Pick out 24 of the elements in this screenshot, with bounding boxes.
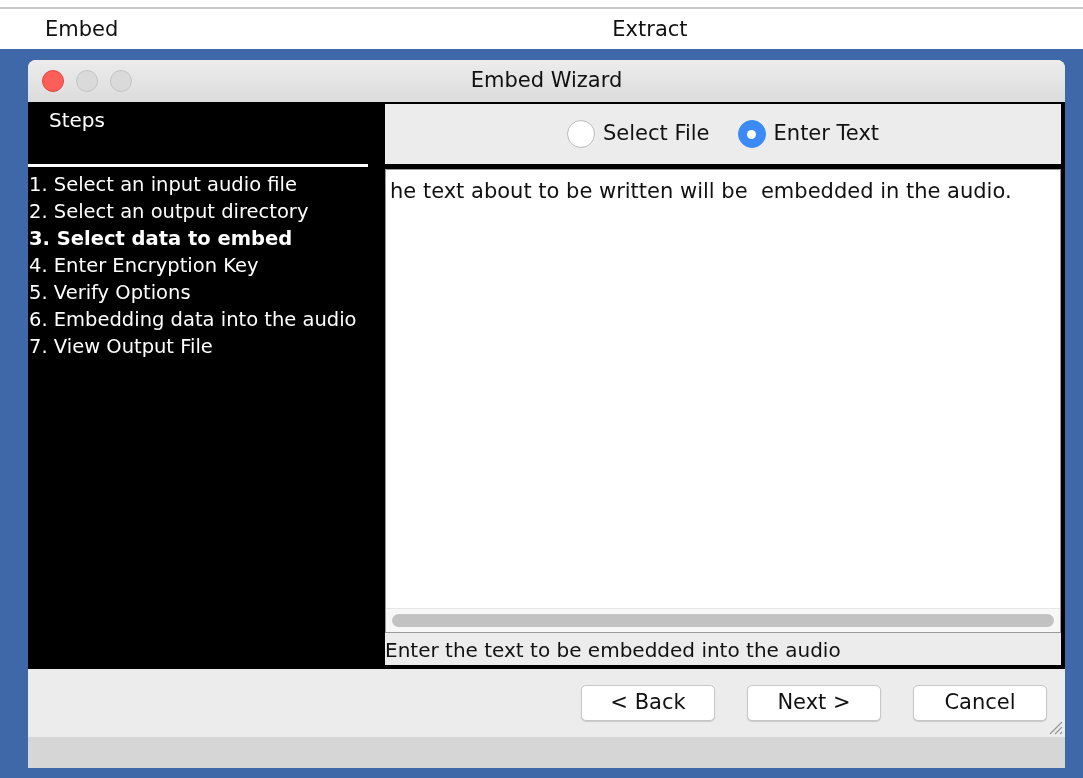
- step-item: 2. Select an output directory: [28, 199, 310, 225]
- hint-text: Enter the text to be embedded into the audio: [385, 633, 1061, 665]
- text-area[interactable]: he text about to be written will be embedded in the audio.: [385, 169, 1061, 633]
- wizard-button[interactable]: < Back: [581, 685, 715, 721]
- tab[interactable]: Embed: [45, 18, 119, 40]
- minimize-button[interactable]: [76, 70, 98, 92]
- radio-button[interactable]: [737, 120, 766, 148]
- step-item: 7. View Output File: [28, 334, 214, 360]
- wizard-button[interactable]: Cancel: [913, 685, 1047, 721]
- scrollbar-thumb[interactable]: [392, 614, 1054, 627]
- step-item: 3. Select data to embed: [28, 226, 294, 252]
- close-button[interactable]: [42, 70, 64, 92]
- wizard-button[interactable]: Next >: [747, 685, 881, 721]
- radio-option[interactable]: Select File: [566, 118, 710, 150]
- radio-button[interactable]: [566, 120, 595, 148]
- step-item: 6. Embedding data into the audio: [28, 307, 358, 333]
- zoom-button[interactable]: [110, 70, 132, 92]
- tab[interactable]: Extract: [612, 18, 688, 40]
- step-item: 1. Select an input audio file: [28, 172, 298, 198]
- steps-heading: Steps: [48, 107, 106, 134]
- step-item: 5. Verify Options: [28, 280, 192, 306]
- step-item: 4. Enter Encryption Key: [28, 253, 260, 279]
- window-title: Embed Wizard: [470, 67, 623, 95]
- radio-option[interactable]: Enter Text: [737, 118, 880, 150]
